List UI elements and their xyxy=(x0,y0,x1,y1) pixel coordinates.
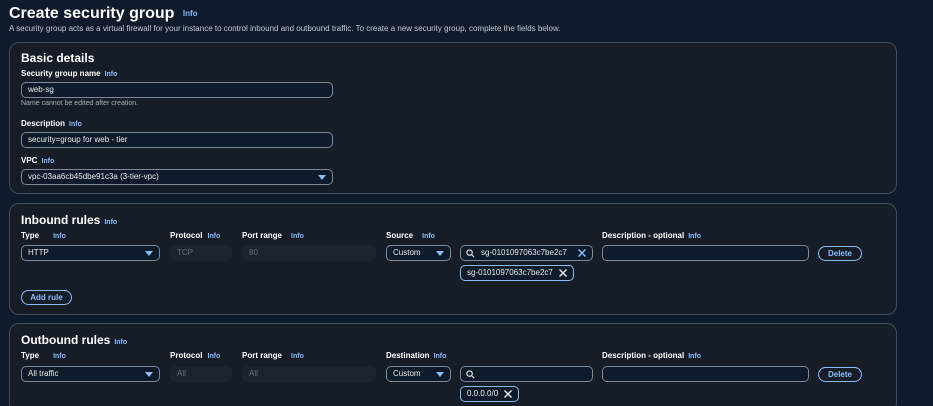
outbound-destination-search-input[interactable] xyxy=(460,366,593,382)
outbound-port-header-text: Port range xyxy=(242,351,283,360)
inbound-description-input[interactable] xyxy=(602,245,809,261)
outbound-port-range-field: All xyxy=(242,366,376,382)
inbound-port-range-field: 80 xyxy=(242,245,376,261)
caret-down-icon xyxy=(145,251,153,256)
vpc-info-link[interactable]: Info xyxy=(41,158,54,165)
outbound-destination-token-text: 0.0.0.0/0 xyxy=(467,389,499,398)
outbound-rules-title: Outbound rules Info xyxy=(21,333,127,347)
caret-down-icon xyxy=(436,372,444,377)
remove-token-icon[interactable] xyxy=(558,268,568,278)
description-label-text: Description xyxy=(21,119,66,128)
inbound-protocol-header: Protocol Info xyxy=(170,231,220,240)
page-title-text: Create security group xyxy=(9,5,175,22)
inbound-description-header: Description - optional Info xyxy=(602,231,701,240)
security-group-name-label: Security group name Info xyxy=(21,69,117,78)
outbound-rules-info-link[interactable]: Info xyxy=(114,339,127,346)
vpc-select[interactable]: vpc-03aa6cb45dbe91c3a (3-tier-vpc) xyxy=(21,169,333,185)
inbound-source-value: Custom xyxy=(393,248,421,257)
inbound-rules-info-link[interactable]: Info xyxy=(104,219,117,226)
inbound-source-header-text: Source xyxy=(386,231,414,240)
vpc-select-value: vpc-03aa6cb45dbe91c3a (3-tier-vpc) xyxy=(28,172,159,181)
security-group-name-input[interactable]: web-sg xyxy=(21,82,333,98)
outbound-description-info-link[interactable]: Info xyxy=(688,353,701,360)
page-description: A security group acts as a virtual firew… xyxy=(9,24,561,33)
outbound-type-header: Type Info xyxy=(21,351,66,360)
inbound-protocol-field: TCP xyxy=(170,245,232,261)
search-icon xyxy=(466,370,475,379)
inbound-rules-title-text: Inbound rules xyxy=(21,213,101,227)
inbound-source-token: sg-0101097063c7be2c7 xyxy=(460,265,574,281)
vpc-label-text: VPC xyxy=(21,156,38,165)
inbound-rules-title: Inbound rules Info xyxy=(21,213,117,227)
basic-details-title-text: Basic details xyxy=(21,51,95,65)
caret-down-icon xyxy=(436,251,444,256)
outbound-type-select[interactable]: All traffic xyxy=(21,366,160,382)
inbound-type-header-text: Type xyxy=(21,231,40,240)
remove-token-icon[interactable] xyxy=(503,389,513,399)
outbound-rules-title-text: Outbound rules xyxy=(21,333,111,347)
outbound-delete-button[interactable]: Delete xyxy=(818,367,862,382)
inbound-delete-button[interactable]: Delete xyxy=(818,246,862,261)
outbound-description-input[interactable] xyxy=(602,366,809,382)
inbound-description-header-text: Description - optional xyxy=(602,231,685,240)
outbound-port-info-link[interactable]: Info xyxy=(291,353,304,360)
outbound-type-info-link[interactable]: Info xyxy=(53,353,66,360)
outbound-destination-header: Destination Info xyxy=(386,351,446,360)
inbound-type-header: Type Info xyxy=(21,231,66,240)
security-group-name-info-link[interactable]: Info xyxy=(105,71,118,78)
inbound-port-header: Port range Info xyxy=(242,231,304,240)
outbound-protocol-info-link[interactable]: Info xyxy=(207,353,220,360)
page-title: Create security group Info xyxy=(9,5,198,23)
inbound-type-value: HTTP xyxy=(28,248,49,257)
inbound-protocol-info-link[interactable]: Info xyxy=(207,233,220,240)
outbound-protocol-header: Protocol Info xyxy=(170,351,220,360)
outbound-destination-value: Custom xyxy=(393,369,421,378)
inbound-source-select[interactable]: Custom xyxy=(386,245,451,261)
basic-details-panel: Basic details Security group name Info we… xyxy=(9,42,897,194)
outbound-type-value: All traffic xyxy=(28,369,59,378)
basic-details-title: Basic details xyxy=(21,51,94,65)
outbound-port-header: Port range Info xyxy=(242,351,304,360)
security-group-name-hint: Name cannot be edited after creation. xyxy=(21,100,139,107)
outbound-description-header: Description - optional Info xyxy=(602,351,701,360)
search-icon xyxy=(466,249,475,258)
outbound-destination-info-link[interactable]: Info xyxy=(434,353,447,360)
inbound-source-search-input[interactable]: sg-0101097063c7be2c7 xyxy=(460,245,593,261)
page-title-info-link[interactable]: Info xyxy=(183,9,198,18)
inbound-source-info-link[interactable]: Info xyxy=(422,233,435,240)
outbound-destination-token: 0.0.0.0/0 xyxy=(460,386,520,402)
outbound-destination-select[interactable]: Custom xyxy=(386,366,451,382)
inbound-rules-panel: Inbound rules Info Type Info Protocol Info … xyxy=(9,203,897,315)
outbound-description-header-text: Description - optional xyxy=(602,351,685,360)
inbound-type-info-link[interactable]: Info xyxy=(53,233,66,240)
clear-icon[interactable] xyxy=(577,248,587,258)
outbound-rules-panel: Outbound rules Info Type Info Protocol Info… xyxy=(9,323,897,406)
inbound-protocol-header-text: Protocol xyxy=(170,231,203,240)
inbound-port-info-link[interactable]: Info xyxy=(291,233,304,240)
inbound-port-header-text: Port range xyxy=(242,231,283,240)
add-rule-button[interactable]: Add rule xyxy=(21,290,72,305)
outbound-destination-header-text: Destination xyxy=(386,351,430,360)
security-group-name-label-text: Security group name xyxy=(21,69,101,78)
vpc-label: VPC Info xyxy=(21,156,54,165)
outbound-protocol-header-text: Protocol xyxy=(170,351,203,360)
description-input[interactable]: security=group for web - tier xyxy=(21,132,333,148)
inbound-source-header: Source Info xyxy=(386,231,435,240)
inbound-source-token-text: sg-0101097063c7be2c7 xyxy=(467,268,553,277)
caret-down-icon xyxy=(145,372,153,377)
caret-down-icon xyxy=(318,175,326,180)
description-label: Description Info xyxy=(21,119,82,128)
inbound-source-search-value: sg-0101097063c7be2c7 xyxy=(481,248,567,257)
outbound-type-header-text: Type xyxy=(21,351,40,360)
outbound-protocol-field: All xyxy=(170,366,232,382)
inbound-type-select[interactable]: HTTP xyxy=(21,245,160,261)
inbound-description-info-link[interactable]: Info xyxy=(688,233,701,240)
description-info-link[interactable]: Info xyxy=(69,121,82,128)
